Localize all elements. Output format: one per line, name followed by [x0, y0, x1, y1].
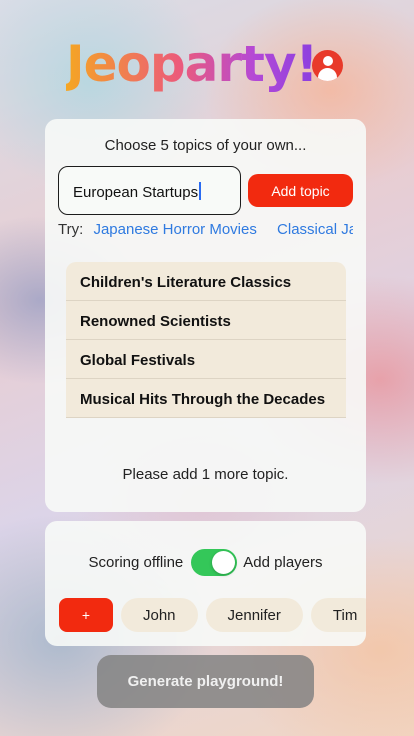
scoring-label: Scoring offline	[88, 553, 184, 571]
topic-list-item[interactable]: Children's Literature Classics	[66, 262, 346, 301]
player-chip[interactable]: Tim	[310, 598, 366, 632]
add-topic-button[interactable]: Add topic	[248, 174, 353, 207]
suggestions-row: Try: Japanese Horror Movies Classical Ja…	[58, 221, 353, 241]
topic-list-item[interactable]: Global Festivals	[66, 340, 346, 379]
avatar-head	[322, 56, 333, 66]
topic-list: Children's Literature Classics Renowned …	[66, 262, 346, 418]
topics-title: Choose 5 topics of your own...	[104, 137, 307, 154]
avatar-body	[318, 68, 337, 81]
suggestion-link[interactable]: Japanese Horror Movies	[93, 221, 256, 238]
topic-list-item[interactable]: Musical Hits Through the Decades	[66, 379, 346, 418]
players-card: Scoring offline Add players + John Jenni…	[45, 521, 366, 646]
topic-input-value: European Startups	[73, 184, 199, 201]
profile-avatar-icon[interactable]	[312, 50, 343, 81]
toggle-knob	[212, 550, 236, 574]
text-caret	[199, 182, 201, 200]
app-logo: Jeoparty!	[66, 35, 318, 93]
try-label: Try:	[58, 221, 84, 238]
player-chip[interactable]: John	[121, 598, 198, 632]
topics-card: Choose 5 topics of your own... European …	[45, 119, 366, 512]
players-row: + John Jennifer Tim	[59, 598, 366, 632]
suggestion-link[interactable]: Classical Japanese Poetry	[277, 221, 353, 238]
topic-list-item[interactable]: Renowned Scientists	[66, 301, 346, 340]
add-players-label: Add players	[243, 553, 323, 571]
scoring-row: Scoring offline Add players	[45, 548, 366, 576]
scoring-toggle[interactable]	[191, 548, 238, 576]
topics-hint: Please add 1 more topic.	[122, 466, 289, 483]
player-chip[interactable]: Jennifer	[205, 598, 303, 632]
topic-input[interactable]: European Startups	[58, 166, 241, 215]
generate-playground-button[interactable]: Generate playground!	[97, 655, 314, 708]
add-player-button[interactable]: +	[59, 598, 113, 632]
